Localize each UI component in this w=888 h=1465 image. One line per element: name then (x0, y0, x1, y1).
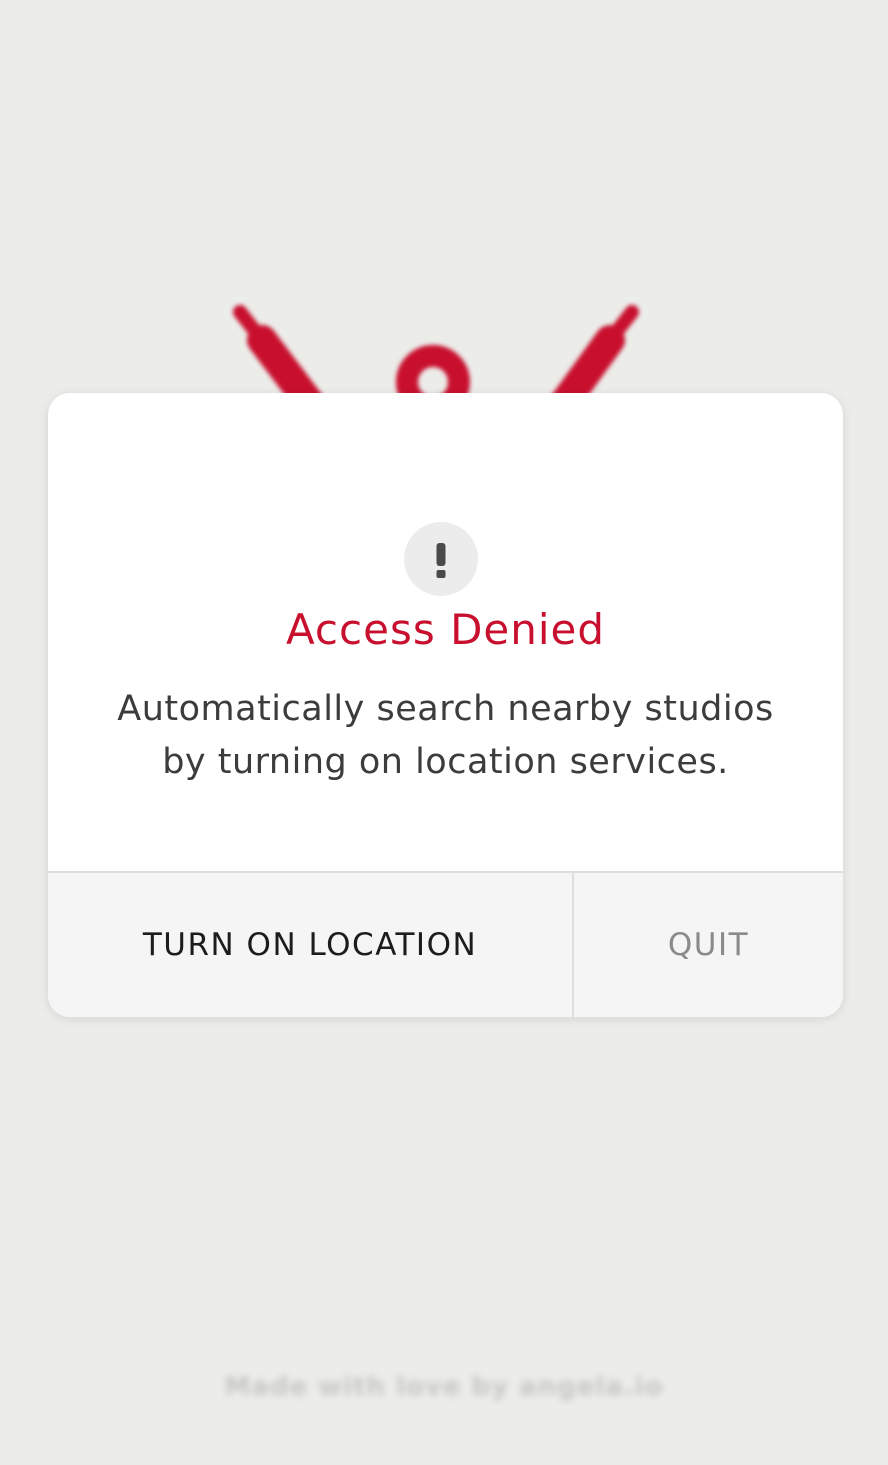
message-line-2: by turning on location services. (162, 742, 729, 782)
alert-badge (404, 522, 478, 596)
message-line-1: Automatically search nearby studios (117, 689, 774, 729)
access-denied-dialog: Access Denied Automatically search nearb… (48, 393, 843, 1017)
exclamation-icon (436, 543, 446, 578)
footer-credit: Made with love by angela.io (224, 1372, 664, 1402)
dialog-title: Access Denied (285, 605, 606, 654)
dialog-message: Automatically search nearby studios by t… (88, 683, 803, 789)
quit-button[interactable]: QUIT (574, 873, 843, 1017)
dialog-button-row: TURN ON LOCATION QUIT (48, 871, 843, 1017)
turn-on-location-button[interactable]: TURN ON LOCATION (48, 873, 574, 1017)
